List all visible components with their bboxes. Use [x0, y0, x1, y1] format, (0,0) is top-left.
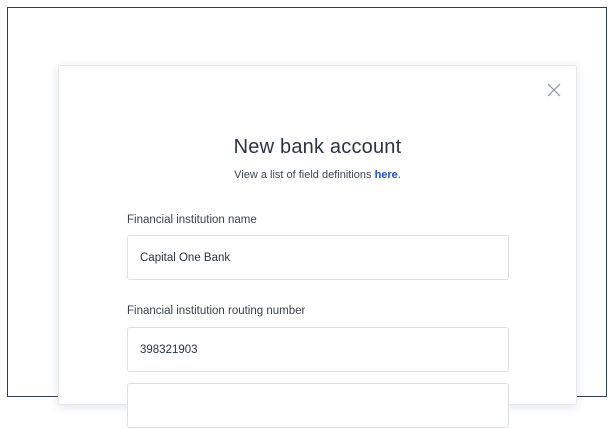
subtitle-period: . — [397, 169, 401, 181]
new-bank-account-dialog: New bank account View a list of field de… — [58, 65, 577, 428]
window-frame: New bank account View a list of field de… — [7, 7, 607, 428]
dialog-subtitle: View a list of field definitions here. — [59, 169, 576, 181]
close-icon — [547, 83, 561, 97]
institution-name-input[interactable] — [127, 235, 509, 280]
close-button[interactable] — [546, 82, 562, 98]
field-definitions-link[interactable]: here — [375, 169, 398, 181]
routing-number-input[interactable] — [127, 327, 509, 372]
dialog-title: New bank account — [233, 136, 402, 158]
routing-number-label: Financial institution routing number — [127, 305, 306, 317]
institution-name-label: Financial institution name — [127, 214, 257, 226]
subtitle-text: View a list of field definitions — [234, 169, 375, 181]
